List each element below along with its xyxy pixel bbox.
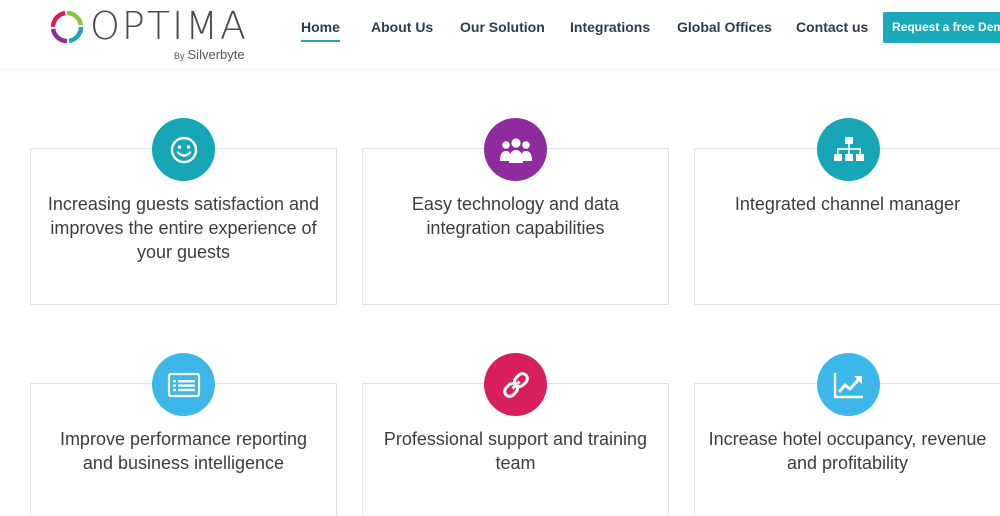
feature-text: Professional support and training team xyxy=(383,429,648,473)
nav-item-about-us[interactable]: About Us xyxy=(371,18,433,36)
nav-item-our-solution[interactable]: Our Solution xyxy=(460,18,545,36)
feature-text: Easy technology and data integration cap… xyxy=(411,194,620,238)
feature-text: Improve performance reporting and busine… xyxy=(59,429,308,473)
feature-text: Increasing guests satisfaction and impro… xyxy=(47,194,320,262)
logo-byline: By Silverbyte xyxy=(174,47,245,64)
site-header: OPTIMA By Silverbyte Home About Us Our So… xyxy=(0,0,1000,68)
nav-item-integrations[interactable]: Integrations xyxy=(570,18,650,36)
sitemap-icon xyxy=(817,118,880,181)
logo-by-prefix: By xyxy=(174,51,185,61)
nav-item-contact-us[interactable]: Contact us xyxy=(796,18,868,36)
logo-ring-icon xyxy=(50,10,84,44)
logo-by-name: Silverbyte xyxy=(187,47,245,62)
group-icon xyxy=(484,118,547,181)
logo-wordmark: OPTIMA xyxy=(90,4,249,48)
nav-item-global-offices[interactable]: Global Offices xyxy=(677,18,772,36)
optima-logo[interactable]: OPTIMA By Silverbyte xyxy=(48,6,258,64)
list-icon xyxy=(152,353,215,416)
nav-item-home[interactable]: Home xyxy=(301,18,340,42)
smiley-icon xyxy=(152,118,215,181)
feature-text: Increase hotel occupancy, revenue and pr… xyxy=(708,429,987,473)
trend-chart-icon xyxy=(817,353,880,416)
feature-text: Integrated channel manager xyxy=(734,194,961,214)
request-demo-button[interactable]: Request a free Demo xyxy=(883,12,1000,43)
link-icon xyxy=(484,353,547,416)
